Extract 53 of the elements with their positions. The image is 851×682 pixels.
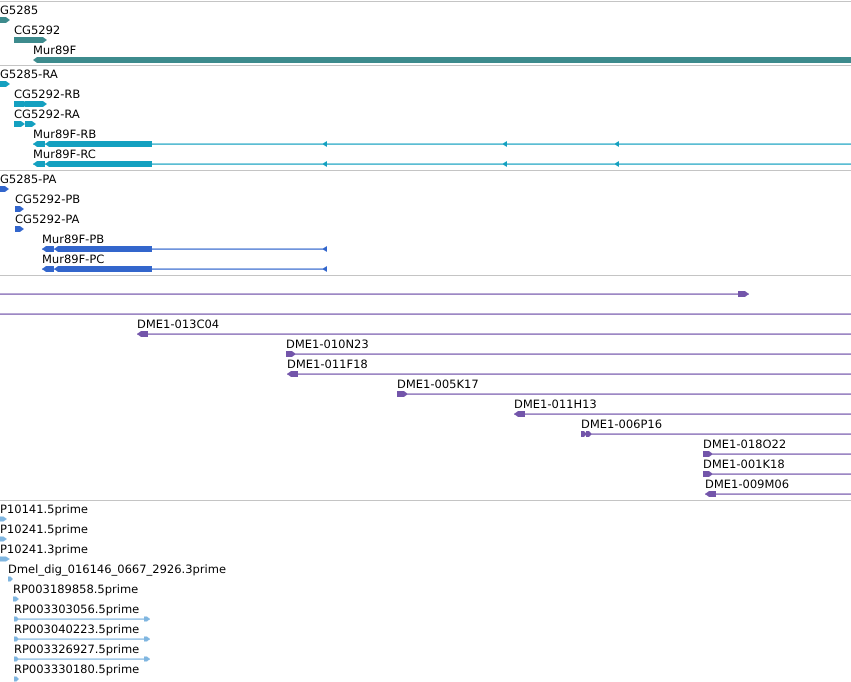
feature-glyph[interactable] <box>14 121 36 127</box>
feature-label: DME1-005K17 <box>397 377 479 391</box>
feature-label: G5285-PA <box>0 172 56 186</box>
feature-glyph[interactable] <box>14 101 47 107</box>
feature-label: RP003330180.5prime <box>14 662 140 676</box>
feature-label: DME1-018O22 <box>703 437 786 451</box>
feature-glyph[interactable] <box>397 391 851 397</box>
feature-label: P10241.3prime <box>0 542 88 556</box>
feature-label: DME1-001K18 <box>703 457 785 471</box>
feature-label: G5285 <box>0 3 38 17</box>
feature-glyph[interactable] <box>0 291 749 297</box>
feature-glyph[interactable] <box>581 431 851 437</box>
feature-label: Mur89F-PC <box>42 252 104 266</box>
feature-glyph[interactable] <box>287 371 851 377</box>
feature-glyph[interactable] <box>514 411 851 417</box>
feature-glyph[interactable] <box>15 226 24 232</box>
feature-glyph[interactable] <box>0 81 10 87</box>
feature-glyph[interactable] <box>33 141 851 147</box>
feature-label: Mur89F-RC <box>33 147 96 161</box>
feature-glyph[interactable] <box>42 266 327 272</box>
feature-label: RP003303056.5prime <box>14 602 140 616</box>
feature-glyph[interactable] <box>14 37 47 43</box>
feature-glyph[interactable] <box>15 206 24 212</box>
feature-glyph[interactable] <box>42 246 327 252</box>
feature-label: Mur89F-PB <box>42 232 104 246</box>
feature-label: P10141.5prime <box>0 502 88 516</box>
feature-glyph[interactable] <box>0 186 9 192</box>
feature-label: P10241.5prime <box>0 522 88 536</box>
feature-label: CG5292-RB <box>14 87 80 101</box>
feature-label: RP003189858.5prime <box>13 582 138 596</box>
feature-label: CG5292 <box>14 23 60 37</box>
feature-label: RP003326927.5prime <box>14 642 140 656</box>
feature-glyph[interactable] <box>703 451 851 457</box>
feature-glyph[interactable] <box>286 351 851 357</box>
feature-label: DME1-009M06 <box>705 477 790 491</box>
feature-glyph[interactable] <box>33 161 851 167</box>
feature-label: Mur89F <box>33 43 76 57</box>
feature-label: CG5292-PB <box>15 192 80 206</box>
feature-glyph[interactable] <box>137 331 851 337</box>
feature-label: CG5292-RA <box>14 107 80 121</box>
feature-label: Dmel_dig_016146_0667_2926.3prime <box>8 562 226 576</box>
feature-label: DME1-006P16 <box>581 417 662 431</box>
feature-label: DME1-011H13 <box>514 397 597 411</box>
feature-label: G5285-RA <box>0 67 58 81</box>
feature-glyph[interactable] <box>703 471 851 477</box>
feature-label: RP003040223.5prime <box>14 622 140 636</box>
feature-label: DME1-011F18 <box>287 357 368 371</box>
feature-glyph[interactable] <box>0 17 10 23</box>
feature-glyph[interactable] <box>705 491 851 497</box>
feature-label: CG5292-PA <box>15 212 80 226</box>
feature-label: Mur89F-RB <box>33 127 96 141</box>
feature-label: DME1-013C04 <box>137 317 220 331</box>
feature-label: DME1-010N23 <box>286 337 369 351</box>
